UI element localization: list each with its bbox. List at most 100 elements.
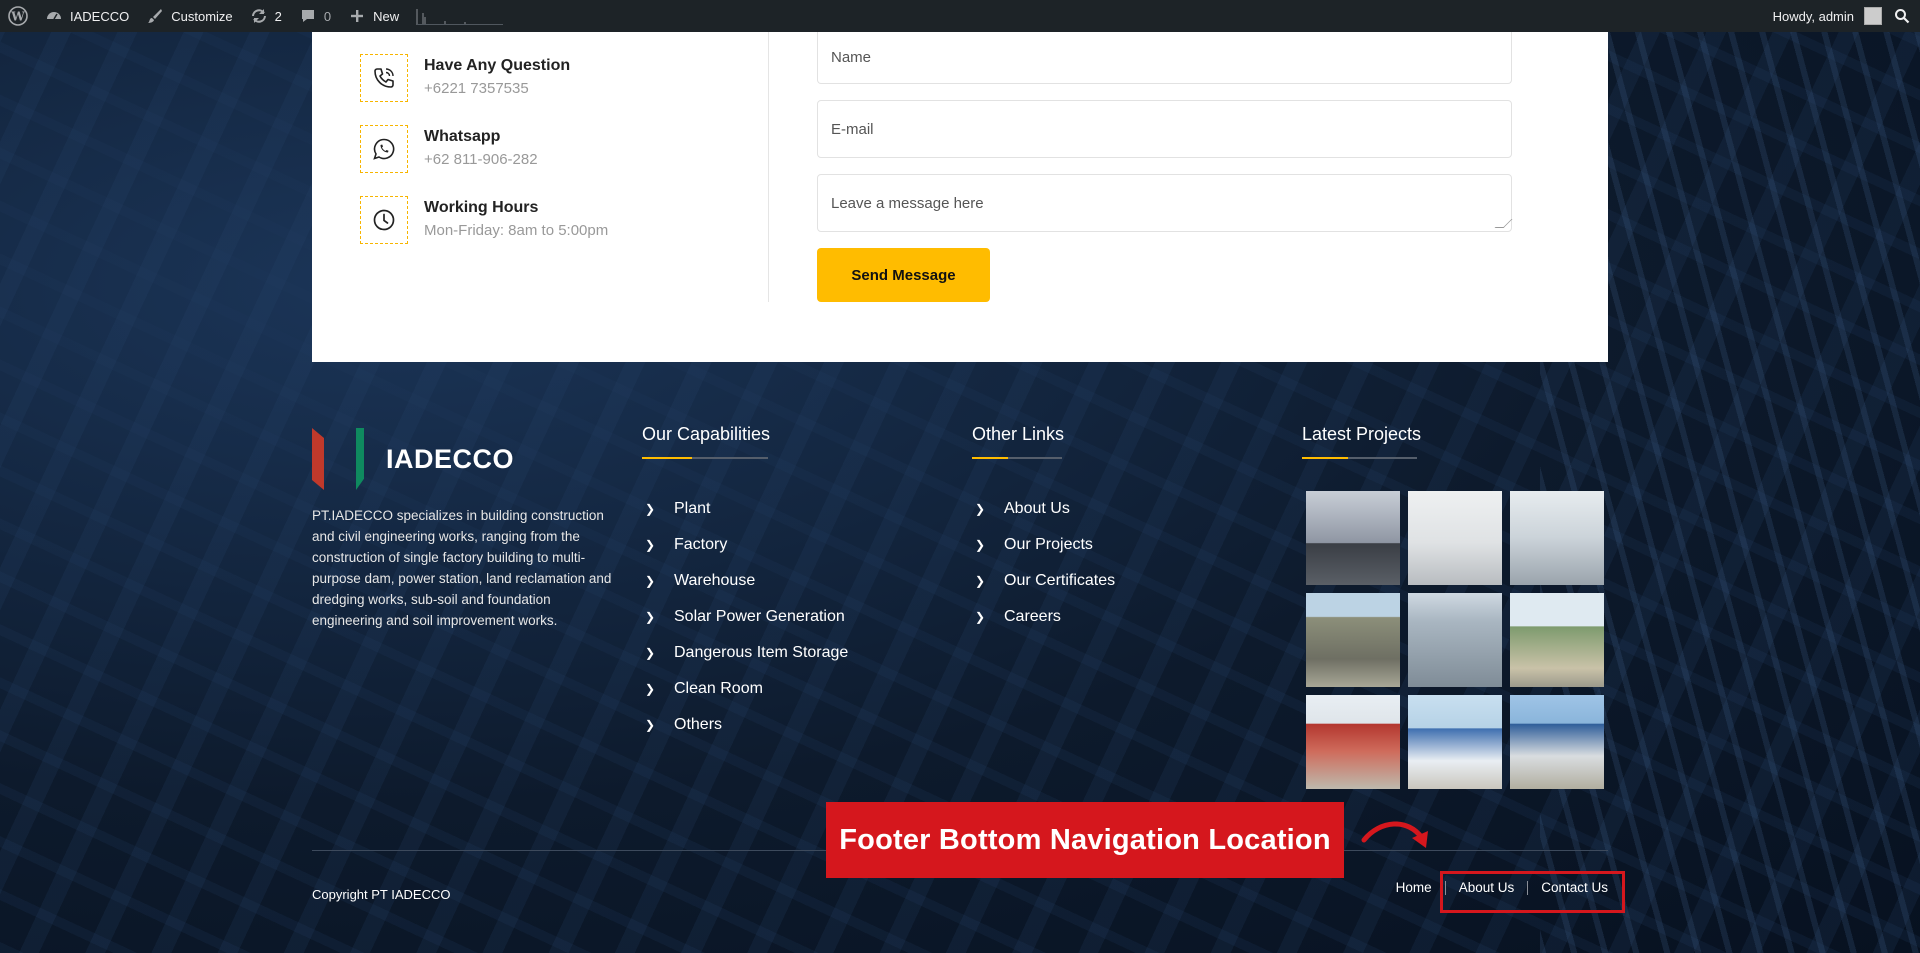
annotation-highlight-box [1440, 871, 1625, 913]
heading-underline [972, 457, 1062, 459]
contact-info-value: +62 811-906-282 [424, 151, 538, 168]
contact-info-item: Whatsapp +62 811-906-282 [360, 125, 608, 173]
link-label: Plant [674, 500, 711, 517]
link-label: Our Certificates [1004, 572, 1116, 589]
capability-link[interactable]: ❯ Factory [642, 527, 848, 563]
chevron-right-icon: ❯ [644, 610, 656, 624]
other-links-heading: Other Links [972, 424, 1115, 459]
project-thumbnail[interactable] [1408, 695, 1502, 789]
svg-text:W: W [10, 10, 25, 24]
phone-icon [360, 54, 408, 102]
dashboard-icon [44, 6, 64, 26]
project-thumbnail[interactable] [1306, 593, 1400, 687]
contact-info-title: Have Any Question [424, 57, 571, 74]
project-thumbnail[interactable] [1510, 491, 1604, 585]
account-greeting[interactable]: Howdy, admin [1773, 9, 1854, 24]
message-field[interactable]: Leave a message here [817, 174, 1512, 232]
latest-projects-title: Latest Projects [1302, 424, 1422, 444]
capabilities-column: Our Capabilities ❯ Plant ❯ Factory ❯ Wareho… [642, 424, 848, 743]
latest-projects-heading: Latest Projects [1302, 424, 1604, 459]
contact-info-title: Working Hours [424, 199, 539, 216]
link-label: Careers [1004, 608, 1061, 625]
capability-link[interactable]: ❯ Dangerous Item Storage [642, 635, 848, 671]
link-label: Dangerous Item Storage [674, 644, 849, 661]
link-label: Others [674, 716, 723, 733]
link-label: Factory [674, 536, 728, 553]
customize-link[interactable]: Customize [145, 0, 233, 32]
link-label: Our Projects [1004, 536, 1093, 553]
updates-icon [249, 6, 269, 26]
other-link[interactable]: ❯ About Us [972, 491, 1115, 527]
latest-projects-column: Latest Projects [1302, 424, 1604, 789]
heading-underline [1302, 457, 1417, 459]
chevron-right-icon: ❯ [974, 538, 986, 552]
other-links-column: Other Links ❯ About Us ❯ Our Projects ❯ Our… [972, 424, 1115, 635]
other-link[interactable]: ❯ Our Certificates [972, 563, 1115, 599]
contact-info-value: Mon-Friday: 8am to 5:00pm [424, 222, 609, 239]
capability-link[interactable]: ❯ Solar Power Generation [642, 599, 848, 635]
contact-info-title: Whatsapp [424, 128, 501, 145]
comment-icon [298, 6, 318, 26]
new-label: New [373, 8, 400, 24]
email-field[interactable]: E-mail [817, 100, 1512, 158]
project-thumbnail[interactable] [1510, 593, 1604, 687]
updates-link[interactable]: 2 [249, 0, 282, 32]
chevron-right-icon: ❯ [644, 646, 656, 660]
project-thumbnail[interactable] [1306, 491, 1400, 585]
other-links-title: Other Links [972, 424, 1065, 444]
copyright-text: Copyright PT IADECCO [312, 887, 451, 902]
other-links-list: ❯ About Us ❯ Our Projects ❯ Our Certificate… [972, 491, 1115, 635]
other-link[interactable]: ❯ Our Projects [972, 527, 1115, 563]
link-label: Solar Power Generation [674, 608, 845, 625]
project-thumbnail[interactable] [1510, 695, 1604, 789]
project-thumbnail[interactable] [1408, 593, 1502, 687]
new-content-menu[interactable]: New [347, 0, 399, 32]
project-thumbnail[interactable] [1408, 491, 1502, 585]
contact-info-list: Have Any Question +6221 7357535 Whatsapp… [360, 54, 608, 267]
heading-underline [642, 457, 768, 459]
stats-sparkline[interactable] [415, 0, 505, 32]
site-name-menu[interactable]: IADECCO [44, 0, 129, 32]
link-label: Warehouse [674, 572, 756, 589]
send-message-button[interactable]: Send Message [817, 248, 990, 302]
admin-bar: W IADECCO Customize 2 0 New Howdy, admin [0, 0, 1920, 32]
wordpress-menu[interactable]: W [8, 0, 28, 32]
chevron-right-icon: ❯ [644, 502, 656, 516]
vertical-divider [768, 32, 769, 302]
site-name-label: IADECCO [70, 8, 130, 24]
chevron-right-icon: ❯ [974, 502, 986, 516]
brush-icon [145, 6, 165, 26]
iadecco-logo-icon [312, 428, 364, 490]
footer-logo[interactable]: IADECCO [312, 427, 612, 491]
comments-count: 0 [323, 8, 332, 24]
project-thumbnail[interactable] [1306, 695, 1400, 789]
other-link[interactable]: ❯ Careers [972, 599, 1115, 635]
chevron-right-icon: ❯ [974, 574, 986, 588]
comments-link[interactable]: 0 [298, 0, 331, 32]
avatar[interactable] [1864, 7, 1882, 25]
brand-name: IADECCO [386, 443, 515, 474]
footer-brand: IADECCO PT.IADECCO specializes in buildi… [312, 424, 612, 631]
link-label: Clean Room [674, 680, 763, 697]
capability-link[interactable]: ❯ Plant [642, 491, 848, 527]
updates-count: 2 [274, 8, 282, 24]
capability-link[interactable]: ❯ Clean Room [642, 671, 848, 707]
wordpress-logo-icon: W [8, 6, 28, 26]
contact-info-item: Working Hours Mon-Friday: 8am to 5:00pm [360, 196, 608, 244]
capabilities-title: Our Capabilities [642, 424, 771, 444]
clock-icon [360, 196, 408, 244]
annotation-arrow-icon [1361, 821, 1428, 848]
contact-info-value: +6221 7357535 [424, 80, 529, 97]
name-field[interactable]: Name [817, 32, 1512, 84]
chevron-right-icon: ❯ [644, 682, 656, 696]
plus-icon [347, 6, 367, 26]
footer-nav-home[interactable]: Home [1396, 880, 1432, 895]
capabilities-list: ❯ Plant ❯ Factory ❯ Warehouse ❯ Solar Power … [642, 491, 848, 743]
chevron-right-icon: ❯ [644, 574, 656, 588]
contact-card: Have Any Question +6221 7357535 Whatsapp… [312, 32, 1608, 362]
search-icon[interactable] [1892, 6, 1912, 26]
capability-link[interactable]: ❯ Warehouse [642, 563, 848, 599]
whatsapp-icon [360, 125, 408, 173]
annotation-label: Footer Bottom Navigation Location [826, 802, 1344, 878]
capability-link[interactable]: ❯ Others [642, 707, 848, 743]
